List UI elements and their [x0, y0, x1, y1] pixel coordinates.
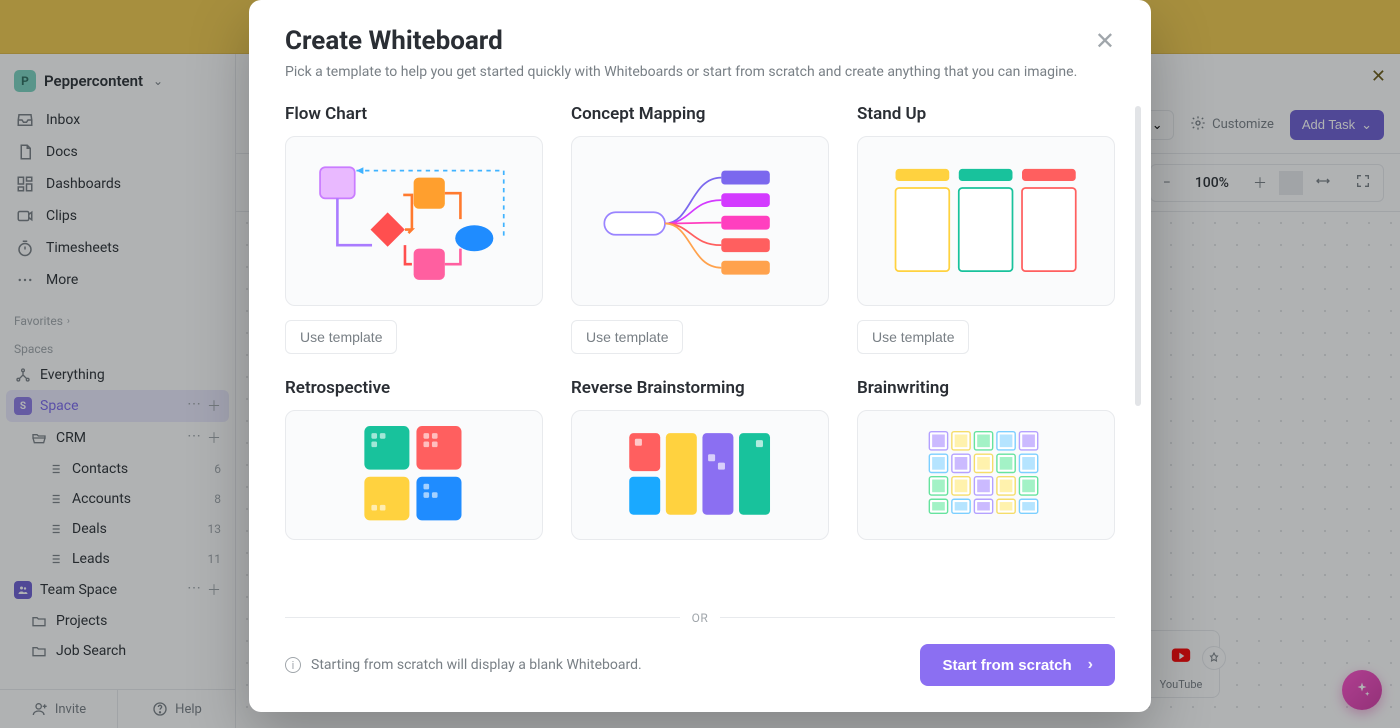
- use-template-button[interactable]: Use template: [285, 320, 397, 354]
- template-preview[interactable]: [571, 410, 829, 540]
- or-label: OR: [680, 611, 721, 625]
- divider: OR: [285, 607, 1115, 626]
- template-title: Reverse Brainstorming: [571, 378, 829, 398]
- start-from-scratch-button[interactable]: Start from scratch ›: [920, 644, 1115, 686]
- template-preview[interactable]: [571, 136, 829, 306]
- create-whiteboard-modal: ✕ Create Whiteboard Pick a template to h…: [249, 0, 1151, 712]
- template-title: Flow Chart: [285, 104, 543, 124]
- template-title: Brainwriting: [857, 378, 1115, 398]
- modal-subtitle: Pick a template to help you get started …: [285, 64, 1115, 80]
- template-reverse-brainstorming: Reverse Brainstorming: [571, 378, 829, 540]
- use-template-button[interactable]: Use template: [571, 320, 683, 354]
- template-flow-chart: Flow Chart: [285, 104, 543, 354]
- template-preview[interactable]: [857, 136, 1115, 306]
- template-title: Concept Mapping: [571, 104, 829, 124]
- footer-info-text: Starting from scratch will display a bla…: [311, 657, 910, 673]
- template-retrospective: Retrospective: [285, 378, 543, 540]
- modal-title: Create Whiteboard: [285, 26, 1115, 56]
- template-preview[interactable]: [285, 136, 543, 306]
- template-title: Stand Up: [857, 104, 1115, 124]
- template-preview[interactable]: [857, 410, 1115, 540]
- start-cta-label: Start from scratch: [942, 657, 1071, 674]
- template-title: Retrospective: [285, 378, 543, 398]
- template-stand-up: Stand Up Use template: [857, 104, 1115, 354]
- template-brainwriting: Brainwriting: [857, 378, 1115, 540]
- use-template-button[interactable]: Use template: [857, 320, 969, 354]
- info-icon: i: [285, 657, 301, 673]
- modal-close-button[interactable]: ✕: [1089, 26, 1121, 57]
- chevron-right-icon: ›: [1088, 656, 1093, 674]
- modal-overlay[interactable]: ✕ Create Whiteboard Pick a template to h…: [0, 0, 1400, 728]
- template-concept-mapping: Concept Mapping: [571, 104, 829, 354]
- template-preview[interactable]: [285, 410, 543, 540]
- scrollbar[interactable]: [1135, 106, 1141, 406]
